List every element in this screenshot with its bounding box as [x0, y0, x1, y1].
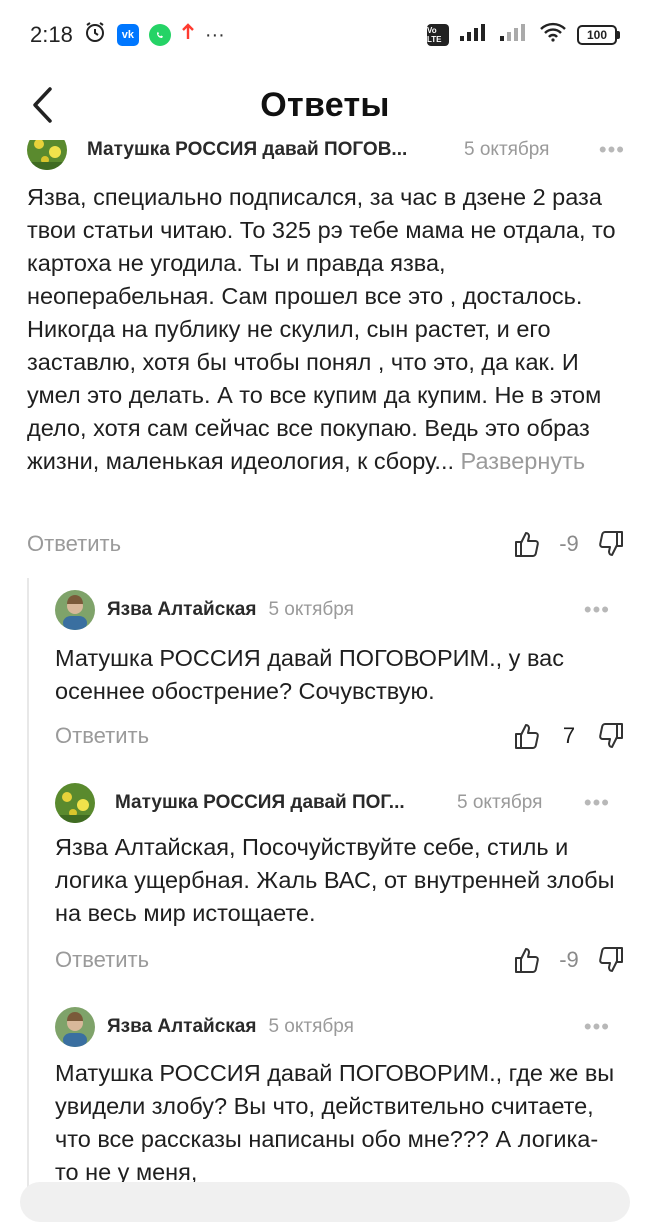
- alarm-icon: [83, 20, 107, 50]
- comment-author[interactable]: Матушка РОССИЯ давай ПОГОВ...: [87, 140, 442, 161]
- thumbs-up-icon[interactable]: [513, 529, 541, 559]
- more-options-icon[interactable]: •••: [584, 1014, 610, 1040]
- bottom-input-bar[interactable]: [20, 1182, 630, 1222]
- status-bar: 2:18 vk ··· Vo LTE 100: [0, 0, 650, 70]
- thumbs-down-icon[interactable]: [597, 945, 625, 975]
- comment-text-content: Язва, специально подписался, за час в дз…: [27, 184, 616, 474]
- comment-author[interactable]: Язва Алтайская: [107, 1016, 256, 1038]
- signal-icon: [459, 22, 489, 48]
- battery-icon: 100: [577, 25, 620, 45]
- upload-icon: [181, 23, 195, 47]
- vote-score: -9: [559, 531, 579, 556]
- page-title: Ответы: [260, 85, 390, 124]
- volte-icon: Vo LTE: [427, 24, 449, 46]
- vk-icon: vk: [116, 24, 139, 46]
- replies-feed[interactable]: Матушка РОССИЯ давай ПОГОВ... 5 октября …: [0, 140, 650, 1200]
- chevron-left-icon: [33, 87, 52, 123]
- comment-author[interactable]: Язва Алтайская: [107, 599, 256, 621]
- vote-score: -9: [559, 947, 579, 972]
- thumbs-up-icon[interactable]: [513, 721, 541, 751]
- more-notifications-icon: ···: [204, 23, 225, 46]
- comment-text: Язва, специально подписался, за час в дз…: [27, 181, 625, 478]
- more-options-icon[interactable]: •••: [584, 790, 610, 816]
- avatar[interactable]: [55, 590, 95, 630]
- comment-date: 5 октября: [268, 599, 354, 620]
- more-options-icon[interactable]: •••: [599, 140, 625, 163]
- header: Ответы: [0, 70, 650, 140]
- avatar[interactable]: [27, 140, 67, 170]
- thumbs-up-icon[interactable]: [513, 945, 541, 975]
- comment-text: Матушка РОССИЯ давай ПОГОВОРИМ., у вас о…: [55, 645, 564, 704]
- reply-button[interactable]: Ответить: [55, 723, 149, 749]
- comment-date: 5 октября: [457, 792, 543, 813]
- expand-link[interactable]: Развернуть: [461, 448, 586, 474]
- avatar[interactable]: [55, 1007, 95, 1047]
- avatar[interactable]: [55, 783, 95, 823]
- status-time: 2:18: [30, 22, 73, 47]
- signal-2-icon: [499, 22, 529, 48]
- comment-text: Матушка РОССИЯ давай ПОГОВОРИМ., где же …: [55, 1060, 615, 1185]
- reply-button[interactable]: Ответить: [55, 947, 149, 973]
- thumbs-down-icon[interactable]: [597, 529, 625, 559]
- thumbs-down-icon[interactable]: [597, 721, 625, 751]
- comment-date: 5 октября: [464, 140, 550, 160]
- comment-text: Язва Алтайская, Посочуйствуйте себе, сти…: [55, 834, 615, 926]
- battery-level: 100: [577, 25, 617, 45]
- wifi-icon: [539, 22, 567, 48]
- back-button[interactable]: [22, 82, 62, 128]
- reply-button[interactable]: Ответить: [27, 531, 121, 557]
- comment-author[interactable]: Матушка РОССИЯ давай ПОГ...: [115, 792, 435, 814]
- whatsapp-icon: [148, 24, 171, 46]
- more-options-icon[interactable]: •••: [584, 597, 610, 623]
- comment-date: 5 октября: [268, 1016, 354, 1037]
- vote-score: 7: [562, 723, 576, 748]
- thread-line: [27, 578, 29, 1200]
